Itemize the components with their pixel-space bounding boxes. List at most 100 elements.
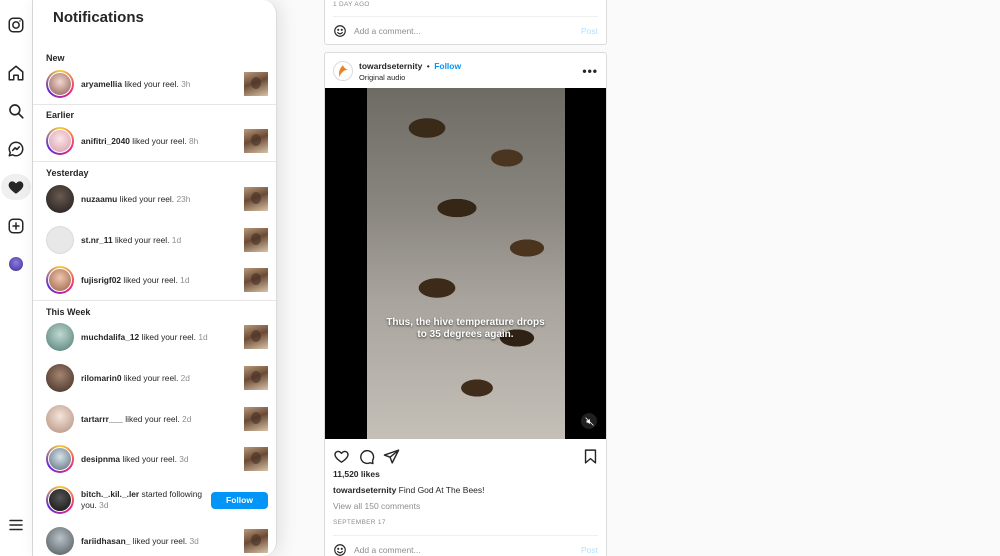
notification-username[interactable]: aryamellia (81, 79, 122, 89)
more-options-icon[interactable]: ••• (582, 64, 598, 78)
notification-action: liked your reel. (115, 234, 170, 245)
notification-username[interactable]: muchdalifa_12 (81, 332, 139, 342)
notification-item[interactable]: desipnma liked your reel. 3d (46, 443, 268, 475)
post-date: 1 DAY AGO (333, 1, 370, 8)
subtitle-line: Thus, the hive temperature drops (386, 317, 545, 328)
notification-item[interactable]: nuzaamu liked your reel. 23h (46, 183, 268, 215)
panel-title: Notifications (53, 9, 144, 26)
reel-thumbnail[interactable] (244, 529, 268, 553)
divider (33, 104, 276, 105)
section-new: New (46, 53, 65, 63)
notifications-panel: Notifications New aryamellia liked your … (33, 0, 277, 556)
reel-thumbnail[interactable] (244, 325, 268, 349)
notification-username[interactable]: desipnma (81, 454, 120, 464)
section-yesterday: Yesterday (46, 168, 89, 178)
notification-action: liked your reel. (122, 453, 177, 464)
comment-row: Post (333, 535, 598, 556)
avatar[interactable] (46, 445, 74, 473)
notification-time: 3h (181, 78, 191, 89)
post-comment-button[interactable]: Post (581, 26, 598, 36)
notification-time: 23h (176, 193, 191, 204)
emoji-icon[interactable] (333, 543, 347, 556)
instagram-logo-icon[interactable] (6, 15, 26, 35)
notification-item-follow[interactable]: bitch._.kil._.ler started following you.… (46, 484, 268, 516)
post-comment-button[interactable]: Post (581, 545, 598, 555)
avatar[interactable] (46, 364, 74, 392)
notification-action: liked your reel. (124, 78, 179, 89)
menu-icon[interactable] (6, 515, 26, 535)
follow-link[interactable]: Follow (434, 61, 461, 71)
notification-time: 1d (171, 234, 182, 245)
notification-item[interactable]: aryamellia liked your reel. 3h (46, 68, 268, 100)
post-actions (333, 446, 599, 466)
notification-action: liked your reel. (125, 413, 180, 424)
notification-item[interactable]: st.nr_11 liked your reel. 1d (46, 224, 268, 256)
comment-input[interactable] (354, 25, 581, 36)
avatar[interactable] (46, 527, 74, 555)
heart-icon[interactable] (6, 177, 26, 197)
avatar[interactable] (46, 266, 74, 294)
original-audio-link[interactable]: Original audio (359, 72, 461, 83)
like-heart-icon[interactable] (333, 448, 350, 465)
reel-thumbnail[interactable] (244, 187, 268, 211)
section-this-week: This Week (46, 307, 91, 317)
avatar-placeholder[interactable] (46, 226, 74, 254)
notification-username[interactable]: anifitri_2040 (81, 136, 130, 146)
notification-username[interactable]: fariidhasan_ (81, 536, 130, 546)
notification-action: liked your reel. (132, 535, 188, 546)
comment-input[interactable] (354, 544, 581, 555)
notification-item[interactable]: fariidhasan_ liked your reel. 3d (46, 525, 268, 556)
likes-count[interactable]: 11,520 likes (333, 469, 380, 479)
avatar[interactable] (46, 323, 74, 351)
notification-username[interactable]: tartarrr___ (81, 414, 123, 424)
view-all-comments-link[interactable]: View all 150 comments (333, 501, 420, 511)
avatar[interactable] (46, 70, 74, 98)
notification-time: 2d (182, 413, 192, 424)
comment-icon[interactable] (358, 448, 375, 465)
profile-avatar-icon[interactable] (6, 254, 26, 274)
reel-thumbnail[interactable] (244, 268, 268, 292)
notification-item[interactable]: fujisrigf02 liked your reel. 1d (46, 264, 268, 296)
post-avatar[interactable] (333, 60, 353, 81)
follow-button[interactable]: Follow (211, 491, 268, 509)
post-caption: towardseternity Find God At The Bees! (333, 485, 485, 495)
notification-item[interactable]: tartarrr___ liked your reel. 2d (46, 403, 268, 435)
notification-time: 1d (198, 331, 208, 342)
notification-item[interactable]: rilomarin0 liked your reel. 2d (46, 362, 268, 394)
reel-thumbnail[interactable] (244, 129, 268, 153)
avatar[interactable] (46, 405, 74, 433)
home-icon[interactable] (6, 63, 26, 83)
separator: • (426, 60, 430, 71)
notification-time: 3d (99, 500, 109, 510)
avatar[interactable] (46, 486, 74, 514)
notification-action: liked your reel. (141, 331, 196, 342)
avatar[interactable] (46, 127, 74, 155)
caption-username[interactable]: towardseternity (333, 485, 396, 495)
notification-username[interactable]: bitch._.kil._.ler (81, 489, 139, 499)
messenger-icon[interactable] (6, 139, 26, 159)
reel-video[interactable]: Thus, the hive temperature drops to 35 d… (325, 88, 606, 439)
reel-thumbnail[interactable] (244, 407, 268, 431)
reel-thumbnail[interactable] (244, 447, 268, 471)
save-bookmark-icon[interactable] (582, 448, 599, 465)
post-username[interactable]: towardseternity (359, 61, 422, 71)
notification-username[interactable]: st.nr_11 (81, 235, 113, 245)
reel-thumbnail[interactable] (244, 72, 268, 96)
reel-thumbnail[interactable] (244, 366, 268, 390)
notification-username[interactable]: rilomarin0 (81, 373, 122, 383)
search-icon[interactable] (6, 101, 26, 121)
create-icon[interactable] (6, 216, 26, 236)
notification-username[interactable]: fujisrigf02 (81, 275, 121, 285)
notification-time: 2d (180, 372, 190, 383)
share-icon[interactable] (383, 448, 400, 465)
notification-item[interactable]: muchdalifa_12 liked your reel. 1d (46, 321, 268, 353)
emoji-icon[interactable] (333, 24, 347, 38)
notification-item[interactable]: anifitri_2040 liked your reel. 8h (46, 125, 268, 157)
reel-thumbnail[interactable] (244, 228, 268, 252)
notification-action: liked your reel. (123, 372, 179, 383)
notification-action: liked your reel. (132, 135, 187, 146)
avatar[interactable] (46, 185, 74, 213)
mute-icon[interactable] (581, 413, 597, 429)
notification-username[interactable]: nuzaamu (81, 194, 117, 204)
comment-row: Post (333, 16, 598, 44)
